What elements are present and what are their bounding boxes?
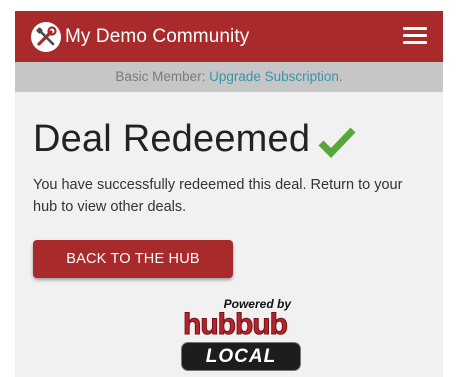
title-row: Deal Redeemed [33,118,425,161]
wrench-screwdriver-icon[interactable] [31,21,61,52]
hamburger-menu-icon[interactable] [403,27,427,45]
hubbub-logo-word: hubbub [183,308,289,342]
deal-content: Deal Redeemed You have successfully rede… [15,118,443,278]
brand-name[interactable]: My Demo Community [65,26,249,48]
membership-status: Basic Member: [115,69,206,84]
local-badge: LOCAL [181,342,301,371]
powered-by-logo: Powered by hubbub LOCAL [175,297,305,377]
app-frame: My Demo Community Basic Member: Upgrade … [15,11,443,377]
back-to-hub-button[interactable]: BACK TO THE HUB [33,240,233,278]
upgrade-subscription-link[interactable]: Upgrade Subscription. [209,69,343,84]
membership-bar: Basic Member: Upgrade Subscription. [15,62,443,92]
page-title: Deal Redeemed [33,118,311,160]
redeemed-message: You have successfully redeemed this deal… [33,177,403,215]
checkmark-icon [318,127,356,158]
app-header: My Demo Community [15,11,443,62]
